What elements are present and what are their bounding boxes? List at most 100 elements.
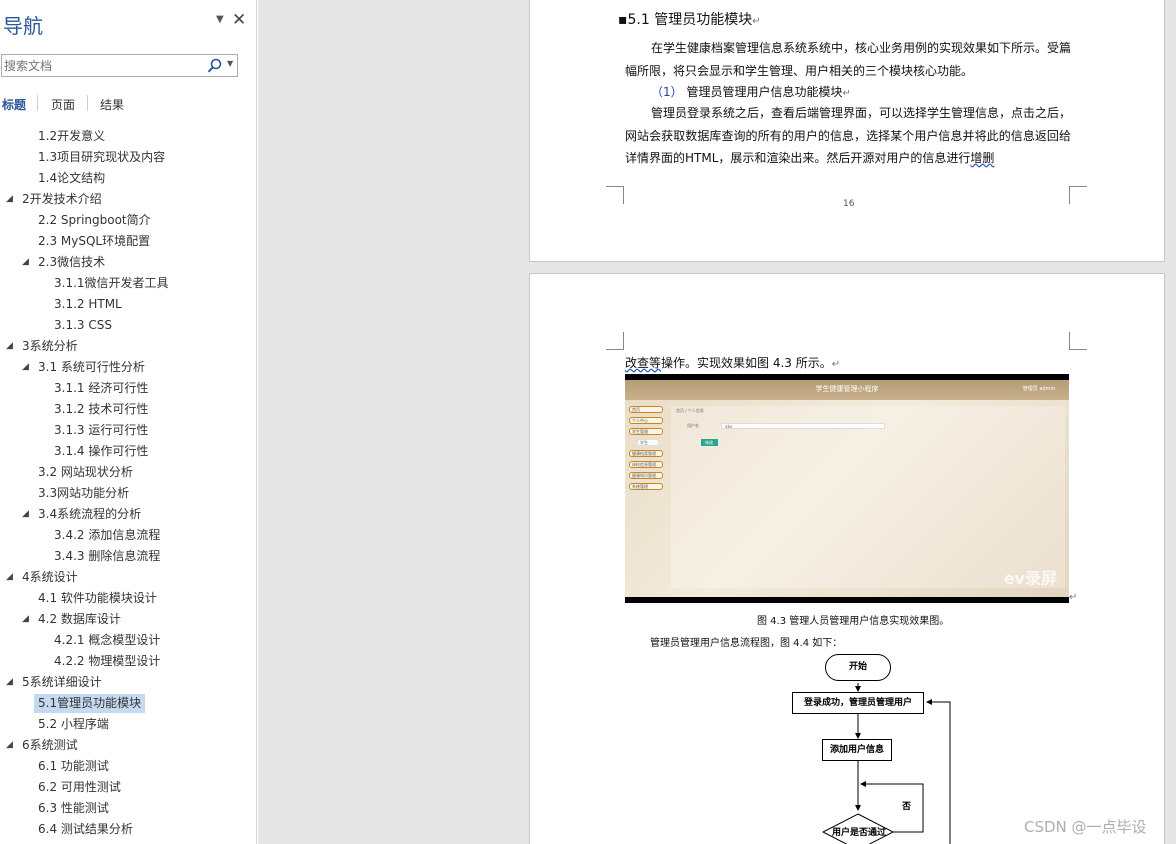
outline-item[interactable]: ◢ 4系统设计 <box>0 568 256 587</box>
outline-item[interactable]: 3.4.2 添加信息流程 <box>0 526 256 545</box>
collapse-triangle-icon[interactable]: ◢ <box>6 568 13 587</box>
section-heading: ▪5.1 管理员功能模块↵ <box>618 9 761 29</box>
outline-item[interactable]: ◢ 2.3微信技术 <box>0 253 256 272</box>
outline-item[interactable]: 1.4论文结构 <box>0 169 256 188</box>
outline-item-label: 1.3项目研究现状及内容 <box>38 150 166 164</box>
screenshot-menu-item: 首页 <box>629 406 663 413</box>
screenshot-main-panel: 首页 / 个人信息 用户名 abo 修改 <box>671 406 1065 588</box>
collapse-triangle-icon[interactable]: ◢ <box>22 610 29 629</box>
outline-item[interactable]: 3.1.2 技术可行性 <box>0 400 256 419</box>
outline-item[interactable]: 1.3项目研究现状及内容 <box>0 148 256 167</box>
crop-mark <box>1069 332 1087 350</box>
collapse-triangle-icon[interactable]: ◢ <box>22 253 29 272</box>
outline-item[interactable]: 3.1.2 HTML <box>0 295 256 314</box>
collapse-triangle-icon[interactable]: ◢ <box>6 190 13 209</box>
document-area[interactable]: ▪5.1 管理员功能模块↵ 在学生健康档案管理信息系统系统中，核心业务用例的实现… <box>258 0 1176 844</box>
outline-item[interactable]: 6.3 性能测试 <box>0 799 256 818</box>
outline-item[interactable]: 2.2 Springboot简介 <box>0 211 256 230</box>
search-options-dropdown-icon[interactable]: ▼ <box>227 59 233 68</box>
outline-item[interactable]: 3.2 网站现状分析 <box>0 463 256 482</box>
outline-item[interactable]: ◢ 2开发技术介绍 <box>0 190 256 209</box>
outline-item-label: 5系统详细设计 <box>22 675 102 689</box>
outline-item[interactable]: 5.1管理员功能模块 <box>0 694 256 713</box>
screenshot-button-label: 修改 <box>705 440 713 445</box>
outline-item[interactable]: ◢ 3.1 系统可行性分析 <box>0 358 256 377</box>
outline-item[interactable]: 6.4 测试结果分析 <box>0 820 256 839</box>
outline-item-label: 1.2开发意义 <box>38 129 106 143</box>
figure-caption: 图 4.3 管理人员管理用户信息实现效果图。 <box>757 616 950 627</box>
outline-item[interactable]: 3.1.1微信开发者工具 <box>0 274 256 293</box>
collapse-triangle-icon[interactable]: ◢ <box>22 358 29 377</box>
outline-item-label: 2.2 Springboot简介 <box>38 213 151 227</box>
outline-item[interactable]: 2.3 MySQL环境配置 <box>0 232 256 251</box>
crop-mark <box>1069 186 1087 204</box>
search-icon[interactable] <box>206 57 224 75</box>
flowchart-decision: 用户是否通过 <box>832 828 887 837</box>
paragraph-mark-icon: ↵ <box>752 16 761 27</box>
outline-item-label: 2开发技术介绍 <box>22 192 102 206</box>
navigation-pane: 导航 ▼ ✕ ▼ 标题 页面 结果 1.2开发意义 1.3项目研究现状及内容 1.4… <box>0 0 257 844</box>
crop-mark <box>606 186 624 204</box>
outline-item-label: 4.2.1 概念模型设计 <box>54 633 161 647</box>
nav-options-dropdown-icon[interactable]: ▼ <box>216 14 224 25</box>
tab-results[interactable]: 结果 <box>100 96 124 113</box>
paragraph-mark-icon: ↵ <box>1069 592 1078 603</box>
search-box: ▼ <box>1 54 238 77</box>
nav-close-icon[interactable]: ✕ <box>232 10 246 30</box>
collapse-triangle-icon[interactable]: ◢ <box>6 736 13 755</box>
collapse-triangle-icon[interactable]: ◢ <box>6 337 13 356</box>
tab-pages[interactable]: 页面 <box>51 96 75 113</box>
outline-item-label: 3.2 网站现状分析 <box>38 465 133 479</box>
outline-item[interactable]: 4.2.1 概念模型设计 <box>0 631 256 650</box>
outline-item[interactable]: ◢ 6系统测试 <box>0 736 256 755</box>
outline-item[interactable]: 3.1.1 经济可行性 <box>0 379 256 398</box>
paragraph: 在学生健康档案管理信息系统系统中，核心业务用例的实现效果如下所示。受篇幅所限，将… <box>625 41 1072 78</box>
crop-mark <box>606 332 624 350</box>
outline-item[interactable]: ◢ 4.2 数据库设计 <box>0 610 256 629</box>
screenshot-field-label: 用户名 <box>687 423 699 428</box>
heading-text: 5.1 管理员功能模块 <box>627 12 753 28</box>
outline-item[interactable]: 4.2.2 物理模型设计 <box>0 652 256 671</box>
screenshot-content: 学生健康管理小程序 管理员 admin 首页 个人中心 学生管理 学生 健康档案… <box>625 380 1069 597</box>
screenshot-menu-item: 体检信息管理 <box>629 461 663 468</box>
figure-screenshot[interactable]: 学生健康管理小程序 管理员 admin 首页 个人中心 学生管理 学生 健康档案… <box>625 374 1069 603</box>
outline-item[interactable]: 6.2 可用性测试 <box>0 778 256 797</box>
outline-item[interactable]: 3.3网站功能分析 <box>0 484 256 503</box>
screenshot-menu-subitem: 学生 <box>637 439 659 446</box>
outline-item[interactable]: 3.1.3 CSS <box>0 316 256 335</box>
page-number: 16 <box>843 199 855 209</box>
outline-item[interactable]: 5.2 小程序端 <box>0 715 256 734</box>
outline-item[interactable]: ◢ 5系统详细设计 <box>0 673 256 692</box>
outline-item-label: 3.1.4 操作可行性 <box>54 444 149 458</box>
search-input[interactable] <box>4 57 199 74</box>
paragraph-mark-icon: ↵ <box>831 359 841 370</box>
outline-item[interactable]: 3.1.3 运行可行性 <box>0 421 256 440</box>
collapse-triangle-icon[interactable]: ◢ <box>6 673 13 692</box>
outline-item[interactable]: ◢ 3.4系统流程的分析 <box>0 505 256 524</box>
outline-item-label: 3.1.1微信开发者工具 <box>54 276 169 290</box>
outline-item-label: 3.1.1 经济可行性 <box>54 381 149 395</box>
outline-item-label: 3.4.3 删除信息流程 <box>54 549 161 563</box>
spelling-flagged-text[interactable]: 改查等 <box>625 356 661 370</box>
screenshot-menu-item: 个人中心 <box>629 417 663 424</box>
outline-item-label: 4.2.2 物理模型设计 <box>54 654 161 668</box>
subheading: （1） 管理员管理用户信息功能模块↵ <box>651 83 851 100</box>
spelling-flagged-text[interactable]: 增删 <box>970 151 994 165</box>
paragraph-text: 管理员登录系统之后，查看后端管理界面，可以选择学生管理信息，点击之后，网站会获取… <box>625 106 1072 165</box>
collapse-triangle-icon[interactable]: ◢ <box>22 505 29 524</box>
tab-divider <box>37 95 38 111</box>
outline-item[interactable]: 1.2开发意义 <box>0 127 256 146</box>
screenshot-button: 修改 <box>701 439 718 446</box>
screenshot-header: 学生健康管理小程序 管理员 admin <box>625 380 1069 400</box>
paragraph: 管理员登录系统之后，查看后端管理界面，可以选择学生管理信息，点击之后，网站会获取… <box>625 102 1071 170</box>
tab-headings[interactable]: 标题 <box>2 96 26 113</box>
outline-item[interactable]: 4.1 软件功能模块设计 <box>0 589 256 608</box>
outline-item[interactable]: 3.1.4 操作可行性 <box>0 442 256 461</box>
outline-item[interactable]: 6.1 功能测试 <box>0 757 256 776</box>
outline-item[interactable]: ◢ 3系统分析 <box>0 337 256 356</box>
flowchart-start: 开始 <box>825 654 891 681</box>
paragraph-mark-icon: ↵ <box>842 88 851 99</box>
paragraph-text: 操作。实现效果如图 4.3 所示。 <box>661 356 832 370</box>
outline-item[interactable]: 3.4.3 删除信息流程 <box>0 547 256 566</box>
document-page: ▪5.1 管理员功能模块↵ 在学生健康档案管理信息系统系统中，核心业务用例的实现… <box>529 0 1165 262</box>
